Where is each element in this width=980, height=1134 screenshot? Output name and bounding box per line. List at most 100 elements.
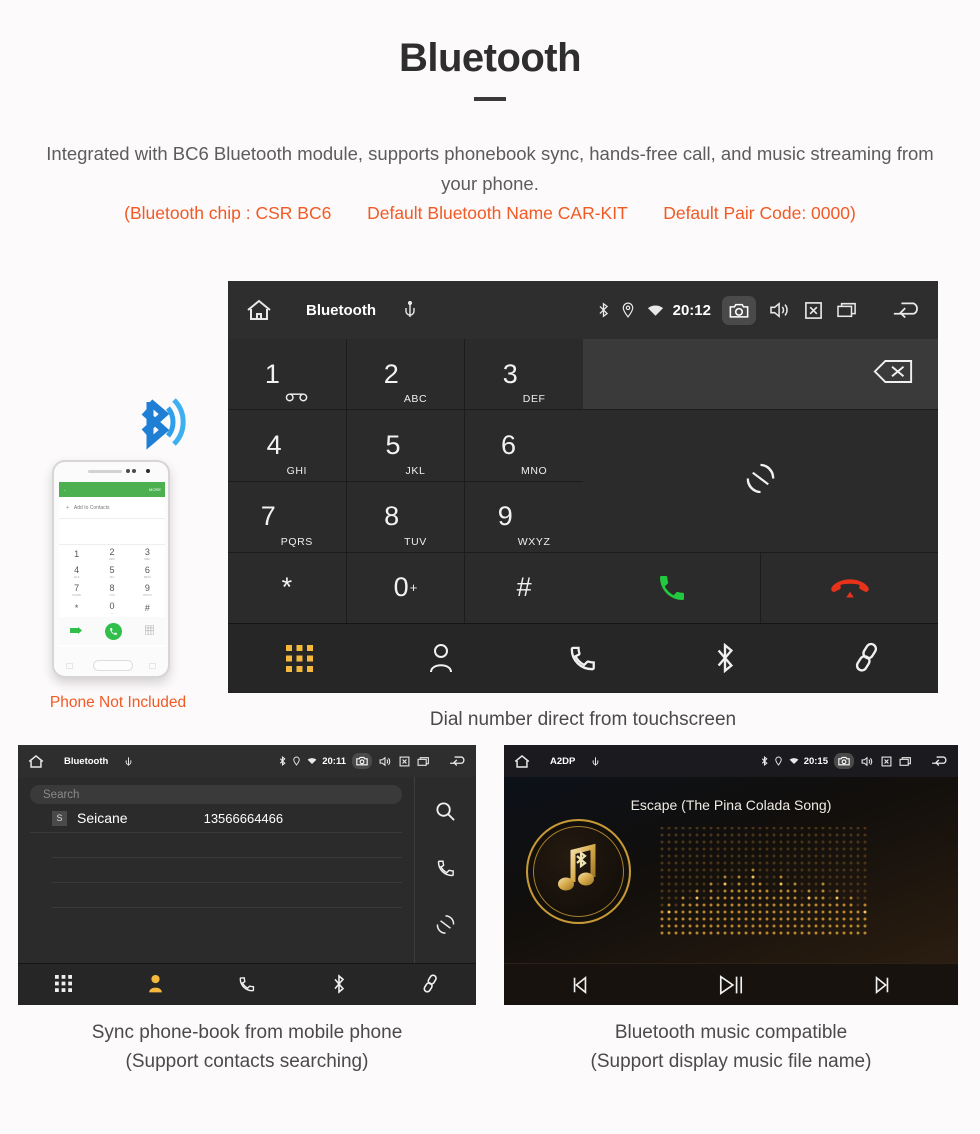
sync-contacts-pane[interactable]: [583, 410, 938, 552]
dial-key-num: *: [281, 572, 293, 603]
wifi-icon: [307, 757, 317, 765]
dial-key-0[interactable]: 0 +: [346, 552, 465, 623]
equalizer-visualizer: [660, 827, 867, 935]
nav-contacts[interactable]: [370, 643, 512, 673]
music-caption: Bluetooth music compatible (Support disp…: [504, 1018, 958, 1076]
nav-pair-link[interactable]: [796, 642, 938, 674]
search-icon[interactable]: [435, 801, 456, 827]
contact-number: 13566664466: [203, 810, 284, 826]
home-icon[interactable]: [28, 754, 44, 769]
dial-key-6[interactable]: 6 MNO: [465, 410, 583, 481]
phone-key-sub: GHI: [73, 574, 80, 579]
dial-key-5[interactable]: 5 JKL: [346, 410, 465, 481]
phone-call-button: [105, 622, 123, 640]
phone-menu-key: [66, 663, 73, 669]
nav-call-log[interactable]: [512, 643, 654, 673]
phonebook-statusbar: Bluetooth 20:11: [18, 745, 476, 777]
phone-key: 3 DEF: [130, 545, 165, 563]
camera-icon[interactable]: [352, 753, 372, 769]
phone-key-sub: WXYZ: [142, 592, 152, 597]
dial-key-4[interactable]: 4 GHI: [228, 410, 346, 481]
phone-key-num: 4: [74, 564, 80, 575]
number-input-field[interactable]: [583, 339, 938, 409]
sync-icon[interactable]: [435, 914, 456, 940]
usb-icon: [125, 756, 132, 767]
hangup-button[interactable]: [761, 553, 938, 623]
recents-icon[interactable]: [899, 756, 912, 767]
back-icon[interactable]: [892, 300, 924, 320]
dial-key-star[interactable]: *: [228, 552, 346, 623]
camera-icon[interactable]: [722, 295, 756, 325]
recents-icon[interactable]: [417, 756, 430, 767]
nav-call-log[interactable]: [201, 975, 293, 993]
nav-bluetooth[interactable]: [293, 973, 385, 994]
dial-key-1[interactable]: 1: [228, 339, 346, 410]
back-icon[interactable]: [931, 755, 950, 767]
dial-key-7[interactable]: 7 PQRS: [228, 481, 346, 552]
dial-key-8[interactable]: 8 TUV: [346, 481, 465, 552]
previous-button[interactable]: [504, 975, 655, 995]
next-button[interactable]: [807, 975, 958, 995]
dialer-body: 1 2 ABC 3 DEF 4 GHI 5 JKL 6 MNO 7 PQRS 8…: [228, 339, 938, 623]
phone-key-sub: JKL: [109, 574, 115, 579]
dial-key-3[interactable]: 3 DEF: [465, 339, 583, 410]
phone-key: 8 TUV: [94, 581, 129, 599]
phonebook-list: Search S Seicane 13566664466: [18, 777, 414, 963]
nav-bluetooth[interactable]: [654, 642, 796, 674]
close-box-icon[interactable]: [399, 756, 410, 767]
phone-key: #: [130, 599, 165, 617]
usb-icon: [592, 756, 599, 767]
phone-key: 5 JKL: [94, 563, 129, 581]
spec-pair-code: Default Pair Code: 0000): [663, 203, 856, 223]
music-body: Escape (The Pina Colada Song): [504, 777, 958, 963]
close-box-icon[interactable]: [881, 756, 892, 767]
phone-body: ← MORE + Add to Contacts 1 2 ABC 3 DEF 4 GH…: [52, 460, 170, 678]
phone-key-sub: MNO: [143, 574, 151, 579]
volume-icon[interactable]: [379, 756, 392, 767]
close-box-icon[interactable]: [804, 301, 823, 320]
home-icon[interactable]: [514, 754, 530, 769]
dial-key-sub: GHI: [286, 464, 308, 477]
nav-dialpad[interactable]: [18, 975, 110, 992]
phone-key-sub: DEF: [144, 556, 151, 561]
sync-icon[interactable]: [744, 462, 777, 500]
phone-key-num: *: [74, 602, 79, 613]
volume-icon[interactable]: [861, 756, 874, 767]
phone-home-key: [93, 660, 133, 671]
music-caption-line2: (Support display music file name): [590, 1051, 872, 1072]
phone-key-num: 0: [109, 600, 115, 611]
location-icon: [293, 756, 300, 766]
phone-key: 9 WXYZ: [130, 581, 165, 599]
phone-keypad: 1 2 ABC 3 DEF 4 GHI 5 JKL 6 MNO 7 PQRS 8 TUV 9W…: [59, 545, 165, 617]
dialer-clock: 20:12: [672, 301, 711, 319]
bluetooth-icon: [598, 302, 609, 318]
search-input[interactable]: Search: [30, 785, 402, 804]
volume-icon[interactable]: [769, 301, 791, 319]
recents-icon[interactable]: [836, 301, 858, 319]
nav-pair-link[interactable]: [384, 973, 476, 994]
phone-keypad-toggle-icon: [144, 622, 154, 640]
back-icon[interactable]: [449, 755, 468, 767]
contact-row[interactable]: S Seicane 13566664466: [30, 804, 402, 833]
dial-key-hash[interactable]: #: [465, 552, 583, 623]
camera-icon[interactable]: [834, 753, 854, 769]
call-action-row: [583, 553, 938, 623]
dial-key-sub: TUV: [404, 535, 427, 548]
phone-action-row: [59, 617, 165, 645]
phonebook-caption-line2: (Support contacts searching): [125, 1051, 369, 1072]
nav-dialpad[interactable]: [228, 644, 370, 672]
phone-back-icon: ←: [63, 487, 67, 492]
dial-key-9[interactable]: 9 WXYZ: [465, 481, 583, 552]
backspace-icon[interactable]: [872, 358, 914, 390]
dial-key-2[interactable]: 2 ABC: [346, 339, 465, 410]
dial-key-num: 5: [385, 429, 401, 460]
home-icon[interactable]: [246, 298, 272, 322]
bluetooth-icon: [279, 756, 286, 766]
call-button[interactable]: [583, 553, 760, 623]
phone-app-topbar: ← MORE: [59, 482, 165, 497]
voicemail-icon: [285, 392, 309, 409]
phone-icon[interactable]: [436, 858, 456, 883]
phonebook-title: Bluetooth: [64, 755, 109, 767]
nav-contacts[interactable]: [110, 974, 202, 993]
play-pause-button[interactable]: [655, 973, 806, 997]
